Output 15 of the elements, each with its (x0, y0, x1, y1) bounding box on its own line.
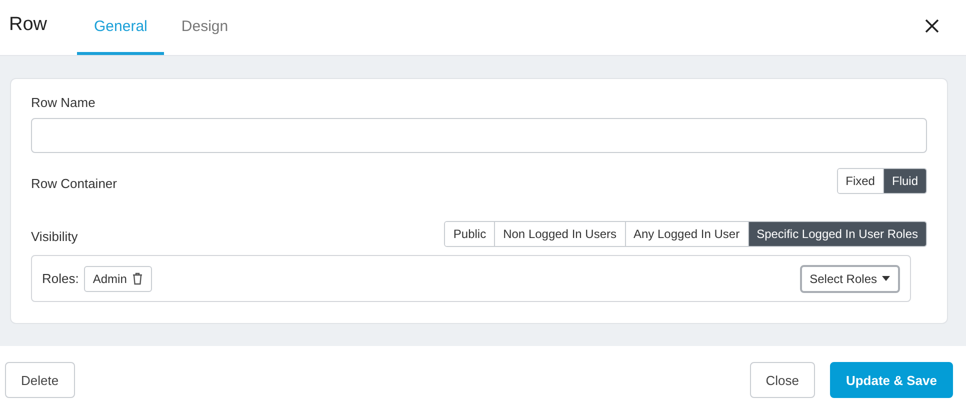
field-label: Row Container (31, 176, 117, 190)
dialog-title: Row (9, 14, 48, 36)
input-field[interactable] (31, 118, 927, 153)
field-label: Row Name (31, 95, 96, 110)
roles-label: Roles: (42, 271, 79, 286)
toggle-option[interactable]: Fluid (882, 169, 926, 193)
field-label: Visibility (31, 229, 78, 244)
close-button[interactable]: Close (750, 362, 815, 398)
tab[interactable]: Design (164, 0, 246, 55)
delete-button[interactable]: Delete (5, 362, 75, 398)
caret-icon (882, 276, 890, 281)
role-name: Admin (92, 272, 127, 286)
toggle-option[interactable]: Specific Logged In User Roles (748, 222, 926, 246)
select-roles-dropdown[interactable]: Select Roles (800, 264, 900, 292)
trash-icon[interactable] (132, 272, 143, 285)
